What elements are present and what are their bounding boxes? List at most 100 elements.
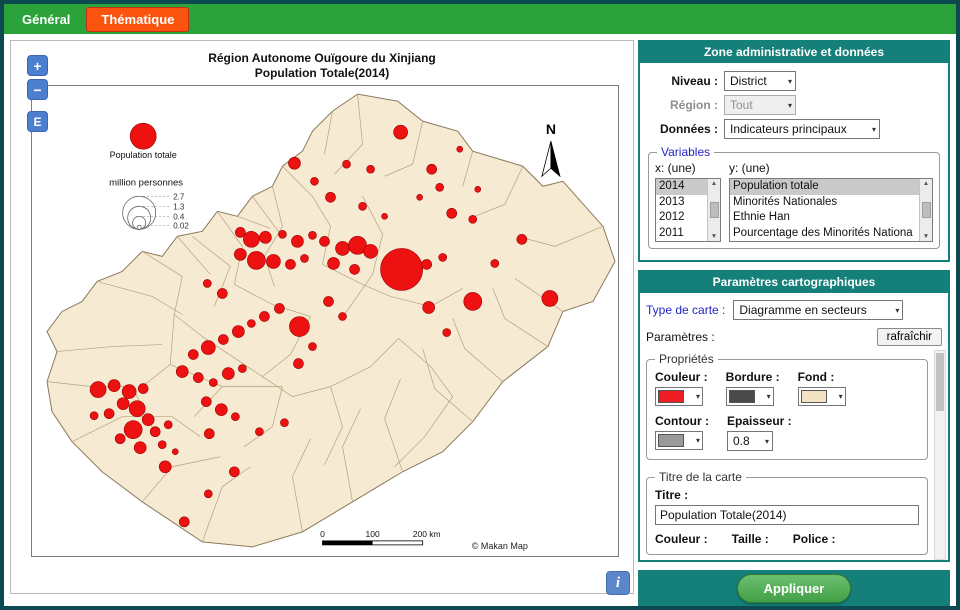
- population-symbol: [129, 401, 145, 417]
- list-option[interactable]: 2011: [656, 226, 707, 242]
- tab-general[interactable]: Général: [22, 12, 70, 27]
- apply-button[interactable]: Appliquer: [737, 574, 852, 603]
- population-symbol: [293, 359, 303, 369]
- list-option[interactable]: Ethnie Han: [730, 210, 919, 226]
- admin-panel-header: Zone administrative et données: [640, 42, 948, 63]
- fond-color-picker[interactable]: ▾: [798, 387, 846, 406]
- population-symbol: [215, 404, 227, 416]
- scroll-thumb[interactable]: [922, 202, 931, 218]
- niveau-select[interactable]: District ▾: [724, 71, 796, 91]
- list-option[interactable]: Pourcentage des Minorités Nationa: [730, 226, 919, 242]
- population-symbol: [323, 296, 333, 306]
- province-outline: [47, 94, 615, 547]
- population-symbol: [300, 254, 308, 262]
- population-symbol: [439, 253, 447, 261]
- info-button[interactable]: i: [606, 571, 630, 595]
- list-option[interactable]: 2013: [656, 195, 707, 211]
- population-symbol: [204, 429, 214, 439]
- couleur-color-picker[interactable]: ▾: [655, 387, 703, 406]
- scrollbar[interactable]: ▲ ▼: [707, 179, 720, 241]
- chevron-down-icon: ▾: [788, 101, 792, 110]
- tab-thematique[interactable]: Thématique: [86, 7, 189, 32]
- y-axis-label: y: (une): [729, 161, 933, 175]
- population-symbol: [427, 164, 437, 174]
- population-symbol: [231, 413, 239, 421]
- list-option[interactable]: 2012: [656, 210, 707, 226]
- population-symbol: [457, 146, 463, 152]
- titre-input[interactable]: [655, 505, 919, 525]
- population-symbol: [364, 244, 378, 258]
- bordure-label: Bordure :: [726, 370, 780, 384]
- population-symbol: [422, 259, 432, 269]
- scrollbar[interactable]: ▲ ▼: [919, 179, 932, 241]
- map-title-line2: Population Totale(2014): [11, 66, 633, 81]
- scroll-up-icon[interactable]: ▲: [923, 180, 929, 187]
- scroll-thumb[interactable]: [936, 353, 944, 411]
- population-symbol: [117, 398, 129, 410]
- donnees-select[interactable]: Indicateurs principaux ▾: [724, 119, 880, 139]
- population-symbol: [475, 186, 481, 192]
- population-symbol: [150, 427, 160, 437]
- population-symbol: [319, 236, 329, 246]
- population-symbol: [179, 517, 189, 527]
- zoom-in-button[interactable]: +: [27, 55, 48, 76]
- scroll-up-icon[interactable]: ▲: [711, 180, 717, 187]
- population-symbol: [104, 409, 114, 419]
- refresh-button[interactable]: rafraîchir: [877, 328, 942, 346]
- list-option[interactable]: Minorités Nationales: [730, 195, 919, 211]
- population-symbol: [517, 234, 527, 244]
- map-attribution: © Makan Map: [472, 541, 528, 551]
- variables-fieldset: Variables x: (une) 2014201320122011 ▲ ▼: [648, 145, 940, 249]
- bordure-color-picker[interactable]: ▾: [726, 387, 774, 406]
- footer-bar: Appliquer: [638, 570, 950, 606]
- scroll-down-icon[interactable]: ▼: [923, 233, 929, 240]
- population-symbol: [289, 316, 309, 336]
- population-symbol: [280, 419, 288, 427]
- map-symbol-legend: Population totale: [110, 123, 177, 160]
- population-symbol: [229, 467, 239, 477]
- legend-symbol-circle: [130, 123, 156, 149]
- size-value-3: 0.4: [173, 212, 185, 221]
- map-type-select[interactable]: Diagramme en secteurs ▾: [733, 300, 903, 320]
- population-symbol: [232, 326, 244, 338]
- population-symbol: [326, 192, 336, 202]
- scroll-thumb[interactable]: [710, 202, 719, 218]
- scale-100: 100: [365, 529, 379, 539]
- zoom-out-button[interactable]: −: [27, 79, 48, 100]
- contour-color-picker[interactable]: ▾: [655, 431, 703, 450]
- list-option[interactable]: 2014: [656, 179, 707, 195]
- map-figure[interactable]: Population totale million personnes 2.7 …: [31, 85, 619, 557]
- population-symbol: [172, 449, 178, 455]
- map-type-value: Diagramme en secteurs: [739, 303, 866, 317]
- params-label: Paramètres :: [646, 330, 715, 344]
- chevron-down-icon: ▾: [839, 392, 843, 401]
- population-symbol: [291, 235, 303, 247]
- titre-fieldset: Titre de la carte Titre : Couleur : Tail…: [646, 470, 928, 555]
- scrollbar[interactable]: [934, 350, 946, 560]
- color-swatch: [658, 434, 684, 447]
- proprietes-fieldset: Propriétés Couleur : ▾ Bordure :: [646, 352, 928, 460]
- y-variable-listbox[interactable]: Population totaleMinorités NationalesEth…: [729, 178, 933, 242]
- titre-legend: Titre de la carte: [655, 470, 746, 484]
- map-title: Région Autonome Ouïgoure du Xinjiang Pop…: [11, 51, 633, 81]
- region-select[interactable]: Tout ▾: [724, 95, 796, 115]
- full-extent-button[interactable]: E: [27, 111, 48, 132]
- population-symbol: [443, 329, 451, 337]
- population-symbol: [217, 288, 227, 298]
- proprietes-legend: Propriétés: [655, 352, 718, 366]
- fond-label: Fond :: [798, 370, 846, 384]
- x-variable-listbox[interactable]: 2014201320122011 ▲ ▼: [655, 178, 721, 242]
- top-navigation: Général Thématique: [4, 4, 956, 34]
- population-symbol: [164, 421, 172, 429]
- population-symbol: [359, 202, 367, 210]
- size-value-2: 1.3: [173, 202, 185, 211]
- chevron-down-icon: ▾: [872, 125, 876, 134]
- scroll-down-icon[interactable]: ▼: [711, 233, 717, 240]
- population-symbol: [259, 231, 271, 243]
- list-option[interactable]: Population totale: [730, 179, 919, 195]
- titre-label: Titre :: [655, 488, 919, 502]
- population-symbol: [343, 160, 351, 168]
- population-symbol: [142, 414, 154, 426]
- epaisseur-select[interactable]: 0.8 ▾: [727, 431, 773, 451]
- color-swatch: [729, 390, 755, 403]
